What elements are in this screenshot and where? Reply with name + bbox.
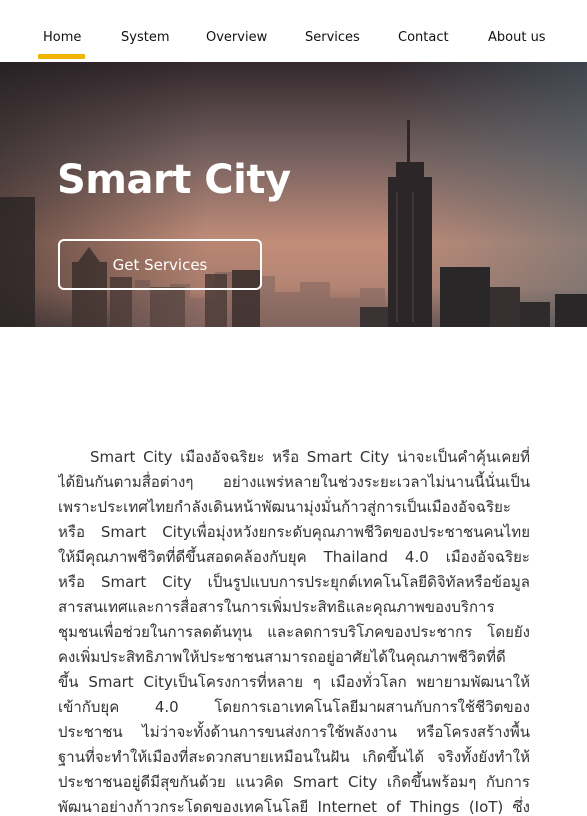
top-navigation: Home System Overview Services Contact Ab…	[0, 0, 587, 62]
article-paragraph: Smart City เมืองอัจฉริยะ หรือ Smart City…	[58, 445, 530, 816]
article-line: ฐานที่จะทำให้เมืองที่สะดวกสบายเหมือนในฝั…	[58, 748, 530, 766]
article-line: หรือ Smart Cityเพื่อมุ่งหวังยกระดับคุณภา…	[58, 523, 530, 541]
hero-banner: Smart City Get Services	[0, 62, 587, 327]
nav-item-about-us[interactable]: About us	[488, 30, 546, 45]
nav-item-services[interactable]: Services	[305, 30, 360, 45]
article-line: ประชาชนอยู่ดีมีสุขกันด้วย แนวคิด Smart C…	[58, 773, 530, 791]
article-line: เข้ากับยุค 4.0 โดยการเอาเทคโนโลยีมาผสานก…	[58, 698, 530, 716]
nav-item-contact[interactable]: Contact	[398, 30, 449, 45]
article-line: คงเพิ่มประสิทธิภาพให้ประชาชนสามารถอยู่อา…	[58, 648, 506, 666]
active-nav-indicator	[38, 54, 85, 59]
article-line: หรือ Smart City เป็นรูปแบบการประยุกต์เทค…	[58, 573, 530, 591]
article-line: ขึ้น Smart Cityเป็นโครงการที่หลาย ๆ เมือ…	[58, 673, 530, 691]
nav-item-overview[interactable]: Overview	[206, 30, 267, 45]
nav-item-system[interactable]: System	[121, 30, 169, 45]
article-line: พัฒนาอย่างก้าวกระโดดของเทคโนโลยี Interne…	[58, 798, 530, 816]
article-line: ให้มีคุณภาพชีวิตที่ดีขึ้นสอดคล้องกับยุค …	[58, 548, 530, 566]
hero-title: Smart City	[57, 157, 291, 203]
article-line: ประชาชน ไม่ว่าจะทั้งด้านการขนส่งการใช้พล…	[58, 723, 530, 741]
article-line: สารสนเทศและการสื่อสารในการเพิ่มประสิทธิแ…	[58, 598, 495, 616]
article-line: ได้ยินกันตามสื่อต่างๆ อย่างแพร่หลายในช่ว…	[58, 473, 530, 491]
nav-item-home[interactable]: Home	[43, 30, 81, 45]
get-services-button[interactable]: Get Services	[58, 239, 262, 290]
article-line: เพราะประเทศไทยกำลังเดินหน้าพัฒนามุ่งมั่น…	[58, 498, 511, 516]
article-line: Smart City เมืองอัจฉริยะ หรือ Smart City…	[90, 448, 530, 466]
article-line: ชุมชนเพื่อช่วยในการลดต้นทุน และลดการบริโ…	[58, 623, 530, 641]
article-body: Smart City เมืองอัจฉริยะ หรือ Smart City…	[58, 445, 530, 816]
